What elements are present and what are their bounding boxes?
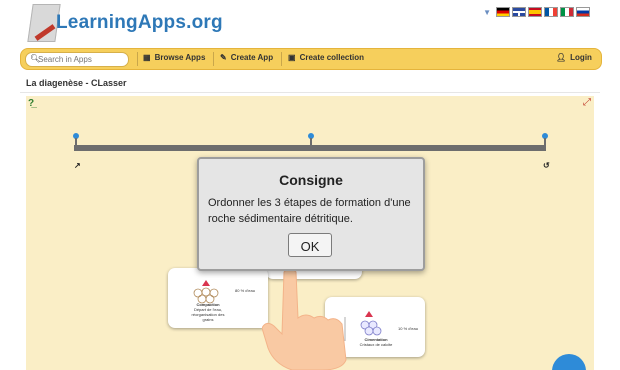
fr-flag-icon[interactable] bbox=[544, 7, 558, 17]
language-selector[interactable]: ▼ bbox=[483, 7, 590, 17]
search-box[interactable]: 🔍︎ bbox=[25, 52, 129, 67]
login-link[interactable]: 👤︎ Login bbox=[556, 53, 592, 62]
nav-divider bbox=[137, 52, 138, 66]
timeline-end-icon: ↺ bbox=[543, 161, 550, 170]
fullscreen-icon[interactable]: ⤢ bbox=[583, 97, 591, 108]
page-title: La diagenèse - CLasser bbox=[26, 78, 127, 88]
title-divider bbox=[20, 92, 600, 93]
search-input[interactable] bbox=[38, 54, 124, 65]
timeline-pin-middle bbox=[308, 133, 314, 149]
site-logo[interactable]: LearningApps.org bbox=[56, 12, 223, 34]
chevron-down-icon[interactable]: ▼ bbox=[483, 8, 491, 17]
card-caption-sub: Cristaux de calcite bbox=[359, 342, 393, 347]
browse-apps-label: Browse Apps bbox=[154, 53, 206, 62]
browse-apps-link[interactable]: ▦ Browse Apps bbox=[143, 53, 205, 62]
card-caption: Compaction Départ de l'eau, réorganisati… bbox=[186, 302, 230, 322]
card-caption-sub: Départ de l'eau, réorganisation des grai… bbox=[191, 307, 225, 322]
es-flag-icon[interactable] bbox=[528, 7, 542, 17]
help-icon[interactable]: ?̲ bbox=[28, 98, 34, 109]
create-collection-label: Create collection bbox=[299, 53, 365, 62]
ru-flag-icon[interactable] bbox=[576, 7, 590, 17]
main-navbar: 🔍︎ ▦ Browse Apps ✎ Create App ▣ Create c… bbox=[20, 48, 602, 70]
grid-icon: ▦ bbox=[143, 53, 151, 62]
timeline-pin-start bbox=[73, 133, 79, 149]
ok-button[interactable]: OK bbox=[288, 233, 332, 257]
collection-icon: ▣ bbox=[288, 53, 296, 62]
header: LearningApps.org ▼ bbox=[0, 0, 620, 46]
instruction-dialog: Consigne Ordonner les 3 étapes de format… bbox=[197, 157, 425, 271]
it-flag-icon[interactable] bbox=[560, 7, 574, 17]
card-caption: Cimentation Cristaux de calcite bbox=[357, 337, 395, 347]
nav-divider bbox=[213, 52, 214, 66]
card-side-text: 80 % d'eau bbox=[235, 288, 255, 293]
create-app-label: Create App bbox=[230, 53, 274, 62]
login-label: Login bbox=[570, 53, 592, 62]
gb-flag-icon[interactable] bbox=[512, 7, 526, 17]
create-collection-link[interactable]: ▣ Create collection bbox=[288, 53, 364, 62]
user-icon: 👤︎ bbox=[556, 53, 567, 62]
chat-bubble-icon[interactable] bbox=[552, 354, 586, 370]
pencil-icon: ✎ bbox=[220, 53, 227, 62]
dialog-body: Ordonner les 3 étapes de formation d'une… bbox=[208, 197, 411, 225]
nav-divider bbox=[281, 52, 282, 66]
sortable-card-compaction[interactable]: Compaction Départ de l'eau, réorganisati… bbox=[168, 268, 268, 328]
dialog-title: Consigne bbox=[279, 172, 343, 188]
timeline-pin-end bbox=[542, 133, 548, 149]
de-flag-icon[interactable] bbox=[496, 7, 510, 17]
timeline-start-icon: ↗ bbox=[74, 161, 81, 170]
pointing-hand-icon bbox=[262, 268, 347, 370]
create-app-link[interactable]: ✎ Create App bbox=[220, 53, 273, 62]
card-side-text: 10 % d'eau bbox=[398, 326, 418, 331]
